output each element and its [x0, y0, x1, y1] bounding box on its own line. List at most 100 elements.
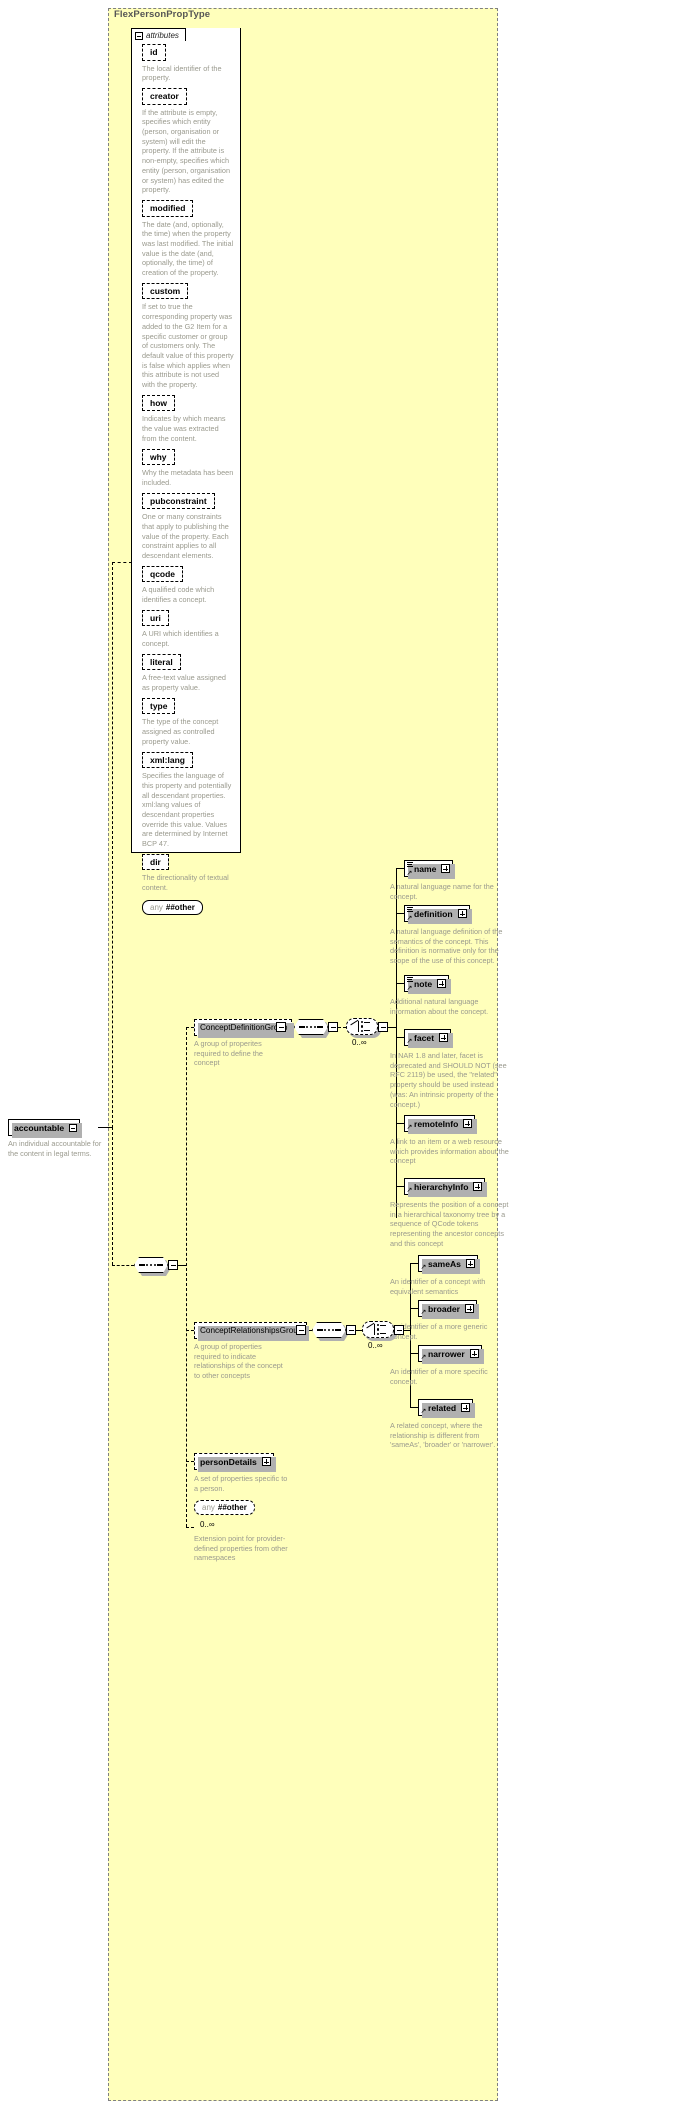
expand-sameas-icon[interactable]	[465, 1259, 475, 1268]
attribute-description: The local identifier of the property.	[142, 63, 222, 83]
any-namespace: ##other	[165, 902, 195, 912]
element-any-other-tail-desc: Extension point for provider-defined pro…	[194, 1534, 288, 1563]
element-broader[interactable]: ↗ broader	[418, 1300, 479, 1319]
attribute-item: type The type of the concept assigned as …	[131, 697, 241, 747]
cardinality-cdg: 0..∞	[352, 1038, 367, 1047]
element-remoteinfo[interactable]: ↗ remoteInfo	[404, 1115, 478, 1134]
attribute-why-chip[interactable]: why	[142, 448, 177, 467]
attribute-literal-chip[interactable]: literal	[142, 653, 183, 672]
attribute-description: The date (and, optionally, the time) whe…	[142, 219, 234, 278]
element-remoteinfo-desc: A link to an item or a web resource whic…	[390, 1137, 509, 1166]
connector	[410, 1308, 418, 1309]
collapse-attributes-icon[interactable]	[135, 31, 143, 40]
expand-remoteinfo-icon[interactable]	[463, 1119, 473, 1128]
element-any-other-tail[interactable]: any ##other	[194, 1500, 257, 1517]
element-persondetails-desc: A set of properties specific to a person…	[194, 1474, 288, 1493]
connector	[396, 1037, 404, 1038]
element-hierarchyinfo-label: hierarchyInfo	[414, 1181, 469, 1192]
element-broader-desc: An identifier of a more generic concept.	[390, 1322, 488, 1341]
element-remoteinfo-label: remoteInfo	[414, 1118, 459, 1129]
any-keyword: any	[150, 902, 163, 912]
collapse-main-sequence-icon[interactable]	[168, 1260, 178, 1270]
expand-narrower-icon[interactable]	[469, 1349, 479, 1358]
attribute-item: pubconstraint One or many constraints tha…	[131, 492, 241, 561]
attribute-id-chip[interactable]: id	[142, 44, 168, 63]
cardinality-any-tail: 0..∞	[200, 1520, 215, 1529]
element-broader-label: broader	[428, 1303, 460, 1314]
connector	[98, 1127, 112, 1128]
attribute-custom-chip[interactable]: custom	[142, 282, 191, 302]
attribute-how-chip[interactable]: how	[142, 394, 177, 413]
element-narrower-desc: An identifier of a more specific concept…	[390, 1367, 488, 1386]
expand-facet-icon[interactable]	[439, 1033, 449, 1042]
attribute-pubconstraint-chip[interactable]: pubconstraint	[142, 492, 217, 511]
expand-related-icon[interactable]	[461, 1403, 471, 1412]
attribute-xml-lang-chip[interactable]: xml:lang	[142, 751, 195, 770]
element-hierarchyinfo[interactable]: ↗ hierarchyInfo	[404, 1178, 488, 1197]
expand-note-icon[interactable]	[437, 979, 447, 988]
attributes-tab[interactable]: attributes	[131, 28, 186, 42]
collapse-accountable-icon[interactable]	[69, 1123, 78, 1132]
collapse-choice-crg-icon[interactable]	[394, 1325, 404, 1335]
collapse-sequence-crg-icon[interactable]	[346, 1325, 356, 1335]
collapse-choice-cdg-icon[interactable]	[378, 1022, 388, 1032]
element-definition-desc: A natural language definition of the sem…	[390, 927, 503, 966]
attribute-item: dir The directionality of textual content…	[131, 853, 241, 893]
attribute-item: how Indicates by which means the value wa…	[131, 394, 241, 444]
connector	[186, 1330, 194, 1331]
attribute-qcode-chip[interactable]: qcode	[142, 565, 186, 584]
attribute-item: id The local identifier of the property.	[131, 44, 241, 83]
attribute-description: Why the metadata has been included.	[142, 468, 234, 487]
attribute-item: modified The date (and, optionally, the t…	[131, 199, 241, 278]
element-note[interactable]: ↗ note	[404, 975, 452, 994]
attribute-creator-chip[interactable]: creator	[142, 88, 189, 107]
connector	[112, 1265, 134, 1266]
group-conceptrelationshipsgroup-desc: A group of properties required to indica…	[194, 1342, 283, 1381]
page-title: FlexPersonPropType	[114, 9, 211, 20]
attribute-modified-chip[interactable]: modified	[142, 199, 196, 219]
element-note-desc: Additional natural language information …	[390, 997, 489, 1016]
group-conceptrelationshipsgroup[interactable]: ConceptRelationshipsGroup	[194, 1322, 310, 1341]
attribute-item: why Why the metadata has been included.	[131, 448, 241, 488]
connector	[186, 1527, 194, 1528]
attribute-description: Indicates by which means the value was e…	[142, 414, 226, 443]
attribute-item: uri A URI which identifies a concept.	[131, 609, 241, 649]
element-narrower[interactable]: ↗ narrower	[418, 1345, 484, 1364]
any-namespace: ##other	[217, 1503, 247, 1512]
element-persondetails[interactable]: personDetails	[194, 1453, 276, 1472]
connector	[396, 913, 404, 914]
attributes-list: id The local identifier of the property. c…	[131, 44, 241, 917]
element-note-label: note	[414, 978, 433, 989]
element-sameas[interactable]: ↗ sameAs	[418, 1255, 480, 1274]
collapse-conceptdefinitiongroup-icon[interactable]	[276, 1022, 286, 1032]
attribute-dir-chip[interactable]: dir	[142, 853, 171, 872]
connector	[410, 1407, 418, 1408]
element-definition[interactable]: ↗ definition	[404, 905, 472, 924]
connector	[338, 1027, 346, 1028]
collapse-sequence-cdg-icon[interactable]	[328, 1022, 338, 1032]
element-facet[interactable]: ↗ facet	[404, 1029, 454, 1048]
attributes-tab-label: attributes	[146, 31, 179, 40]
element-facet-label: facet	[414, 1032, 435, 1043]
expand-persondetails-icon[interactable]	[261, 1457, 271, 1466]
element-name-label: name	[414, 863, 437, 874]
expand-broader-icon[interactable]	[465, 1304, 474, 1313]
element-name[interactable]: ↗ name	[404, 860, 456, 879]
element-persondetails-label: personDetails	[200, 1456, 257, 1467]
connector	[410, 1263, 418, 1264]
attribute-description: A free-text value assigned as property v…	[142, 673, 226, 693]
connector	[388, 1027, 396, 1028]
collapse-conceptrelationshipsgroup-icon[interactable]	[296, 1325, 306, 1335]
expand-hierarchyinfo-icon[interactable]	[473, 1182, 483, 1191]
element-related[interactable]: ↗ related	[418, 1399, 476, 1418]
attribute-uri-chip[interactable]: uri	[142, 609, 171, 628]
expand-name-icon[interactable]	[441, 864, 451, 873]
attribute-any-other[interactable]: any ##other	[142, 899, 205, 917]
element-accountable[interactable]: accountable	[8, 1119, 83, 1138]
expand-definition-icon[interactable]	[457, 909, 467, 918]
connector	[178, 1265, 186, 1266]
attribute-description: The type of the concept assigned as cont…	[142, 717, 219, 746]
element-name-desc: A natural language name for the concept.	[390, 882, 494, 901]
attribute-type-chip[interactable]: type	[142, 697, 179, 716]
element-narrower-label: narrower	[428, 1348, 465, 1359]
